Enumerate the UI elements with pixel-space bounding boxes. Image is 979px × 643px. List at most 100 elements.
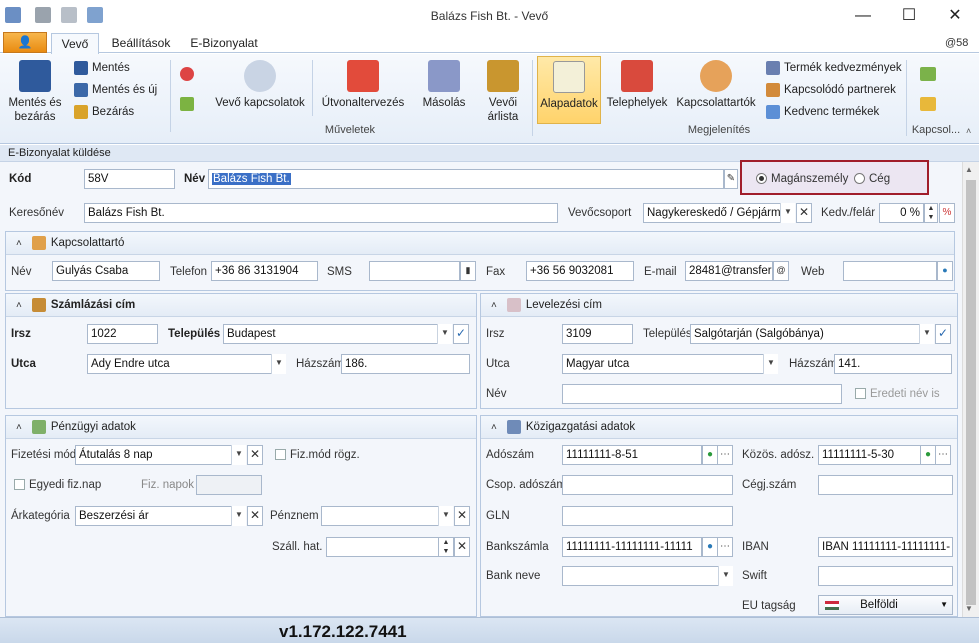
swift-input[interactable]	[818, 566, 953, 586]
collapse-icon[interactable]: ˄	[16, 300, 22, 311]
collapse-icon[interactable]: ˄	[491, 300, 497, 311]
tab-vevo[interactable]: Vevő	[51, 33, 99, 54]
globe-icon[interactable]: ●	[937, 261, 953, 281]
billing-street-select[interactable]: Ady Endre utca	[87, 354, 272, 374]
custom-days-box[interactable]	[14, 479, 25, 491]
billing-irsz-input[interactable]: 1022	[87, 324, 158, 344]
mailing-city-check-icon[interactable]: ✓	[935, 324, 951, 344]
custom-days-checkbox[interactable]: Egyedi fiz.nap	[14, 479, 101, 491]
group-select[interactable]: Nagykereskedő / Gépjármű	[643, 203, 781, 223]
billing-house-input[interactable]: 186.	[341, 354, 470, 374]
discount-input[interactable]: 0 %	[879, 203, 924, 223]
contact-persons-button[interactable]: Kapcsolattartók	[676, 60, 756, 110]
mailing-house-input[interactable]: 141.	[834, 354, 952, 374]
group-dropdown-icon[interactable]: ▼	[780, 203, 795, 223]
bank-name-dropdown-icon[interactable]: ▼	[718, 566, 733, 586]
pricelist-button[interactable]: Vevői árlista	[478, 60, 528, 124]
collapse-icon[interactable]: ˄	[491, 422, 497, 433]
original-name-checkbox[interactable]: Eredeti név is	[855, 388, 940, 400]
contact-name-input[interactable]: Gulyás Csaba	[52, 261, 160, 281]
price-category-select[interactable]: Beszerzési ár	[75, 506, 232, 526]
search-name-input[interactable]: Balázs Fish Bt.	[84, 203, 558, 223]
edit-icon[interactable]	[920, 67, 936, 81]
discount-spinner[interactable]: ▲ ▼	[924, 203, 938, 223]
payment-clear-button[interactable]: ✕	[247, 445, 263, 465]
email-send-icon[interactable]: @	[773, 261, 789, 281]
finance-panel-header[interactable]: ˄ Pénzügyi adatok	[6, 416, 476, 439]
ribbon-collapse-icon[interactable]: ˄	[966, 126, 971, 136]
delivery-clear-button[interactable]: ✕	[454, 537, 470, 557]
tax-number-input[interactable]: 11111111-8-51	[562, 445, 702, 465]
percent-clear-icon[interactable]: %	[939, 203, 955, 223]
collapse-icon[interactable]: ˄	[16, 422, 22, 433]
group-tax-input[interactable]	[562, 475, 733, 495]
common-tax-more-button[interactable]: ⋯	[935, 445, 951, 465]
radio-person[interactable]: Magánszemély	[756, 173, 848, 185]
mailing-name-input[interactable]	[562, 384, 842, 404]
mailing-city-dropdown-icon[interactable]: ▼	[919, 324, 934, 344]
delivery-spinner[interactable]: ▲ ▼	[438, 537, 454, 557]
price-category-clear-button[interactable]: ✕	[247, 506, 263, 526]
copy-button[interactable]: Másolás	[418, 60, 470, 110]
mailing-irsz-input[interactable]: 3109	[562, 324, 633, 344]
minimize-button[interactable]: —	[840, 4, 886, 28]
scroll-thumb[interactable]	[966, 180, 976, 605]
wrench-icon[interactable]: ✎	[724, 169, 738, 189]
contact-panel-header[interactable]: ˄ Kapcsolattartó	[6, 232, 954, 255]
bank-account-input[interactable]: 11111111-11111111-11111	[562, 537, 702, 557]
mailing-street-select[interactable]: Magyar utca	[562, 354, 764, 374]
delivery-input[interactable]	[326, 537, 439, 557]
currency-dropdown-icon[interactable]: ▼	[438, 506, 453, 526]
favorites-button[interactable]: Kedvenc termékek	[766, 103, 879, 121]
basic-data-button[interactable]: Alapadatok	[537, 56, 601, 124]
iban-input[interactable]: IBAN 11111111-11111111-	[818, 537, 953, 557]
billing-city-dropdown-icon[interactable]: ▼	[437, 324, 452, 344]
public-admin-panel-header[interactable]: ˄ Közigazgatási adatok	[481, 416, 957, 439]
scroll-down-icon[interactable]: ▼	[965, 604, 973, 613]
nev-input[interactable]: Balázs Fish Bt.	[208, 169, 724, 189]
billing-city-check-icon[interactable]: ✓	[453, 324, 469, 344]
pay-days-input[interactable]	[196, 475, 262, 495]
payment-fixed-box[interactable]	[275, 449, 286, 461]
company-reg-input[interactable]	[818, 475, 953, 495]
mobile-icon[interactable]: ▮	[460, 261, 476, 281]
collapse-icon[interactable]: ˄	[16, 238, 22, 249]
payment-fixed-checkbox[interactable]: Fiz.mód rögz.	[275, 449, 360, 461]
tab-settings[interactable]: Beállítások	[108, 33, 174, 54]
maximize-button[interactable]: ☐	[886, 4, 932, 28]
save-new-button[interactable]: Mentés és új	[74, 81, 157, 99]
app-menu-button[interactable]: 👤	[3, 32, 47, 53]
billing-street-dropdown-icon[interactable]: ▼	[271, 354, 286, 374]
currency-select[interactable]	[321, 506, 439, 526]
bank-globe-icon[interactable]: ●	[702, 537, 718, 557]
eu-membership-select[interactable]: Belföldi ▼	[818, 595, 953, 615]
payment-dropdown-icon[interactable]: ▼	[231, 445, 246, 465]
payment-select[interactable]: Átutalás 8 nap	[75, 445, 232, 465]
original-name-box[interactable]	[855, 388, 866, 400]
folder-icon[interactable]	[920, 97, 936, 111]
bank-name-select[interactable]	[562, 566, 719, 586]
scroll-up-icon[interactable]: ▲	[965, 165, 973, 174]
save-button[interactable]: Mentés	[74, 59, 130, 77]
close-button[interactable]: ✕	[932, 4, 978, 28]
eu-dropdown-icon[interactable]: ▼	[940, 596, 948, 614]
vertical-scrollbar[interactable]: ▲ ▼	[962, 162, 979, 617]
save-close-button[interactable]: Mentés és bezárás	[4, 60, 66, 124]
currency-clear-button[interactable]: ✕	[454, 506, 470, 526]
tax-more-button[interactable]: ⋯	[717, 445, 733, 465]
kod-input[interactable]: 58V	[84, 169, 175, 189]
bank-more-button[interactable]: ⋯	[717, 537, 733, 557]
email-input[interactable]: 28481@transfer.	[685, 261, 773, 281]
discounts-button[interactable]: Termék kedvezmények	[766, 59, 902, 77]
sites-button[interactable]: Telephelyek	[604, 60, 670, 110]
common-tax-input[interactable]: 11111111-5-30	[818, 445, 921, 465]
gln-input[interactable]	[562, 506, 733, 526]
billing-panel-header[interactable]: ˄ Számlázási cím	[6, 294, 476, 317]
record-icon[interactable]	[180, 67, 194, 81]
phone-input[interactable]: +36 86 3131904	[211, 261, 318, 281]
tab-einvoice[interactable]: E-Bizonyalat	[188, 33, 260, 54]
sms-input[interactable]	[369, 261, 460, 281]
close-form-button[interactable]: Bezárás	[74, 103, 134, 121]
fax-input[interactable]: +36 56 9032081	[526, 261, 634, 281]
mailing-city-select[interactable]: Salgótarján (Salgóbánya)	[690, 324, 920, 344]
